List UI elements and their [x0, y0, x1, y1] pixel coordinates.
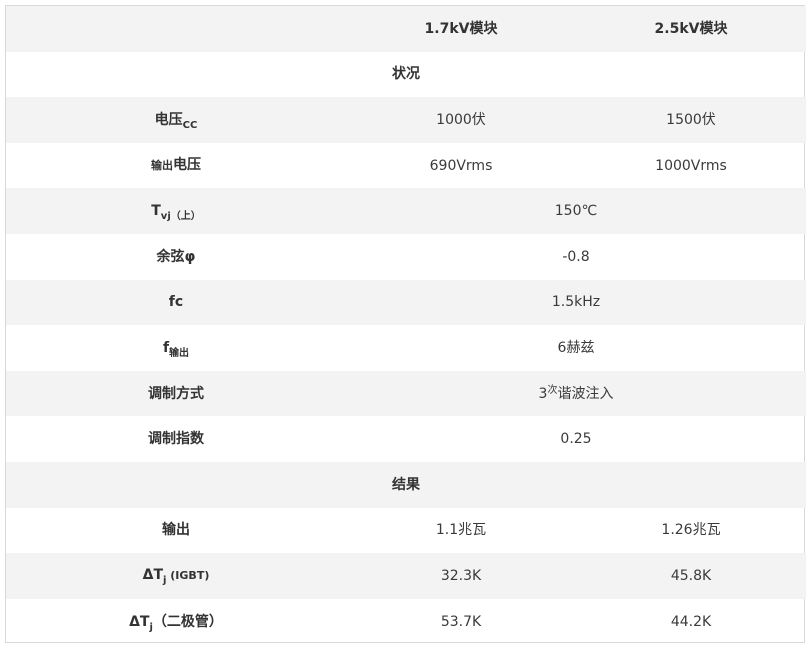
comparison-table: 1.7kV模块 2.5kV模块 状况 电压CC 1000伏 1500伏 输出电压… — [6, 6, 806, 644]
label-vdc-main: 电压 — [154, 111, 183, 128]
label-dtj-diode-main: ΔT — [129, 613, 150, 630]
label-tvj-main: T — [151, 203, 161, 220]
value-dtj-igbt-17kv: 32.3K — [440, 567, 482, 584]
label-vout-main: 电压 — [173, 157, 201, 174]
section-results-title: 结果 — [392, 476, 420, 493]
label-index: 调制指数 — [148, 431, 204, 448]
label-pout: 输出 — [162, 522, 190, 539]
row-fc: fc 1.5kHz — [6, 279, 806, 326]
row-dtj-igbt: ΔTj (IGBT) 32.3K 45.8K — [6, 553, 806, 599]
label-dtj-igbt-main: ΔT — [142, 567, 164, 584]
value-mod-post: 谐波注入 — [557, 385, 614, 402]
row-fout: f输出 6赫兹 — [6, 325, 806, 371]
section-results-row: 结果 — [6, 461, 806, 508]
label-vout-pre: 输出 — [151, 159, 173, 173]
value-mod-sup: 次 — [547, 384, 558, 396]
value-vdc-17kv: 1000伏 — [436, 111, 486, 128]
value-fout: 6赫兹 — [557, 339, 595, 356]
value-fc: 1.5kHz — [551, 294, 601, 311]
header-17kv: 1.7kV模块 — [424, 20, 498, 37]
value-cos: -0.8 — [562, 248, 590, 265]
value-dtj-diode-25kv: 44.2K — [670, 613, 712, 630]
row-tvj: Tvj（上） 150℃ — [6, 188, 806, 234]
label-fout: f输出 — [6, 325, 346, 371]
value-vdc-25kv: 1500伏 — [666, 111, 716, 128]
value-vout-25kv: 1000Vrms — [655, 157, 727, 174]
label-dtj-igbt: ΔTj (IGBT) — [6, 553, 346, 599]
row-vdc: 电压CC 1000伏 1500伏 — [6, 97, 806, 143]
row-mod: 调制方式 3次谐波注入 — [6, 370, 806, 417]
row-pout: 输出 1.1兆瓦 1.26兆瓦 — [6, 508, 806, 554]
header-25kv: 2.5kV模块 — [654, 20, 728, 37]
label-vdc-sub: CC — [182, 119, 198, 131]
spec-table: 1.7kV模块 2.5kV模块 状况 电压CC 1000伏 1500伏 输出电压… — [5, 5, 806, 644]
label-cos: 余弦φ — [156, 248, 196, 265]
label-tvj-sub: vj（上） — [160, 211, 201, 223]
value-dtj-diode-17kv: 53.7K — [440, 613, 482, 630]
header-row: 1.7kV模块 2.5kV模块 — [6, 6, 806, 52]
label-dtj-igbt-post: (IGBT) — [166, 569, 210, 583]
label-fout-sub: 输出 — [169, 347, 190, 359]
label-vdc: 电压CC — [6, 97, 346, 143]
section-conditions-title: 状况 — [392, 66, 420, 83]
label-fc: fc — [168, 294, 184, 311]
value-tvj: 150℃ — [554, 203, 598, 220]
label-mod: 调制方式 — [148, 385, 204, 402]
row-vout: 输出电压 690Vrms 1000Vrms — [6, 143, 806, 189]
value-index: 0.25 — [560, 431, 592, 448]
label-vout: 输出电压 — [6, 143, 346, 189]
row-dtj-diode: ΔTj（二极管） 53.7K 44.2K — [6, 599, 806, 645]
section-conditions-row: 状况 — [6, 52, 806, 98]
value-mod: 3次谐波注入 — [346, 371, 806, 417]
label-dtj-diode: ΔTj（二极管） — [6, 599, 346, 645]
row-index: 调制指数 0.25 — [6, 416, 806, 462]
header-empty-cell — [6, 6, 346, 52]
label-tvj: Tvj（上） — [6, 188, 346, 234]
value-pout-17kv: 1.1兆瓦 — [435, 522, 487, 539]
value-pout-25kv: 1.26兆瓦 — [661, 522, 721, 539]
value-vout-17kv: 690Vrms — [429, 157, 493, 174]
row-cos: 余弦φ -0.8 — [6, 234, 806, 280]
value-dtj-igbt-25kv: 45.8K — [670, 567, 712, 584]
label-dtj-diode-post: （二极管） — [152, 613, 223, 630]
